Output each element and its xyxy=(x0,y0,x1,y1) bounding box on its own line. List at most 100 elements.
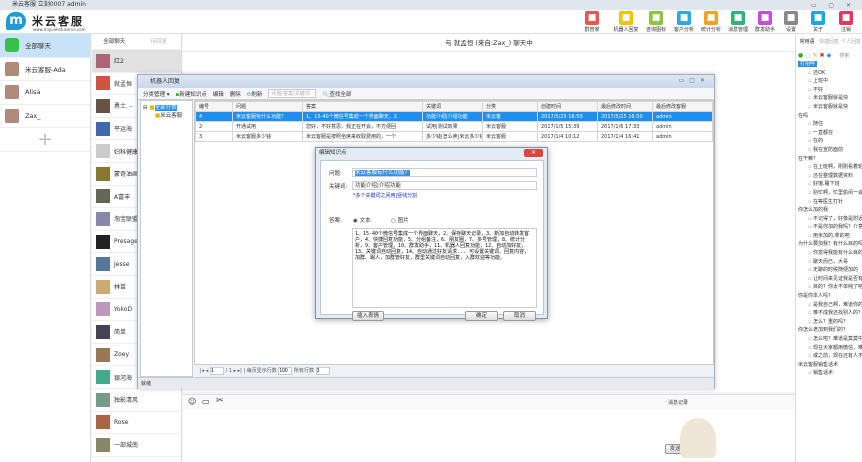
keyword-input[interactable]: 功能介绍|介绍功能 xyxy=(352,181,537,190)
reply-group[interactable]: 为什么要加我？有什么目的吗 xyxy=(798,240,862,249)
reply-group[interactable]: 米云客服销售话术 xyxy=(798,361,862,370)
reply-group[interactable]: 在干嘛？ xyxy=(798,155,862,164)
reply-item[interactable]: 你觉得我能有什么目的呢？ xyxy=(798,249,862,258)
toolbar-clock-button[interactable]: ■ 统计分析 xyxy=(697,11,725,33)
tree-node-miyun[interactable]: ■米云客服 xyxy=(143,111,190,119)
edit-button[interactable]: 编辑 xyxy=(213,90,224,98)
toolbar-chat-button[interactable]: ■ 消息管理 xyxy=(724,11,752,33)
next-page-button[interactable]: ▸ xyxy=(234,368,237,374)
message-history-link[interactable]: 消息记录 xyxy=(668,399,688,406)
prev-page-button[interactable]: ◂ xyxy=(206,368,209,374)
column-header[interactable]: 问题 xyxy=(232,101,303,112)
reply-item[interactable]: 现在大家都用微信，难免你也会加到我们同事 xyxy=(798,344,862,353)
edit-icon[interactable]: ✎ xyxy=(813,52,818,59)
reply-item[interactable]: 在等医生打针 xyxy=(798,198,862,207)
knowledge-search-input[interactable]: 问题/答案/关键词 xyxy=(268,89,317,98)
reply-item[interactable]: 上班中 xyxy=(798,77,862,86)
reply-group[interactable]: 你怎么加的我 xyxy=(798,206,862,215)
folder-icon[interactable]: ▭ xyxy=(202,397,210,406)
reply-item[interactable]: 让时间来见证我是否有目的 xyxy=(798,275,862,284)
quick-reply-tab[interactable]: 个人回复 xyxy=(840,34,862,50)
contact-item[interactable]: 红2 xyxy=(92,50,181,73)
move-icon[interactable]: ◆ xyxy=(827,52,832,59)
toolbar-gear-button[interactable]: ■ 设置 xyxy=(777,11,805,33)
reply-item[interactable]: 米云客服就是快 xyxy=(798,103,862,112)
column-header[interactable]: 分类 xyxy=(482,101,538,112)
toolbar-cursor-button[interactable]: ■ 咨询图标 xyxy=(642,11,670,33)
add-account-button[interactable]: + xyxy=(0,128,90,152)
category-manage-menu[interactable]: 分类管理 ▾ xyxy=(143,90,170,98)
radio-text[interactable]: ◉ 文本 xyxy=(353,216,371,224)
sidebar-item[interactable]: Zax_ xyxy=(0,105,90,128)
column-header[interactable]: 最后修改客服 xyxy=(652,101,713,112)
toolbar-flag-button[interactable]: ■ 群发助手 xyxy=(751,11,779,33)
contact-item[interactable]: 独影清风 xyxy=(92,389,181,412)
toolbar-robot-button[interactable]: ■ 机器人回复 xyxy=(612,11,640,33)
contact-item[interactable]: 一部城南 xyxy=(92,434,181,457)
reply-item[interactable]: 怎么？重的吗？ xyxy=(798,318,862,327)
reply-group[interactable]: 在吗 xyxy=(798,112,862,121)
column-header[interactable]: 创建时间 xyxy=(537,101,598,112)
dialog-close-button[interactable]: ✕ xyxy=(524,149,543,157)
quick-reply-tab[interactable]: 常用语 xyxy=(796,34,818,50)
reply-item[interactable]: 在上班啊，刚刚看着轮询号 xyxy=(798,163,862,172)
ok-button[interactable]: 确定 xyxy=(465,311,498,321)
scissors-icon[interactable]: ✂ xyxy=(216,396,224,406)
refresh-button[interactable]: ⟳刷新 xyxy=(247,90,263,98)
reply-item[interactable]: 还OK xyxy=(798,69,862,78)
delete-icon[interactable]: ✖ xyxy=(820,52,825,59)
reply-group[interactable]: 打招呼 xyxy=(798,60,862,69)
column-header[interactable]: 答案 xyxy=(302,101,423,112)
reply-item[interactable]: 难不成我还找别人的？不会这么无聊 xyxy=(798,309,862,318)
toolbar-user-button[interactable]: ■ 客户分析 xyxy=(670,11,698,33)
reply-item[interactable]: 或之前，现在还有人不用微信？ xyxy=(798,352,862,361)
reply-item[interactable]: 用米加的,拿的吧 xyxy=(798,232,862,241)
tree-node-all[interactable]: ⊟ ■全部分类 xyxy=(143,103,190,111)
radio-image[interactable]: ○ 图片 xyxy=(391,216,409,224)
reply-item[interactable]: 一直都在 xyxy=(798,129,862,138)
answer-textarea[interactable]: 1、15-40个微信号集成一个界面聊天，2、保存聊天记录，3、新加自动转发客户，… xyxy=(352,228,537,308)
toolbar-info-button[interactable]: ■ 关于 xyxy=(804,11,832,33)
reply-item[interactable]: 好饿,睡下班 xyxy=(798,180,862,189)
reply-item[interactable]: 不是你加的我吗？介意成为好友吗？ xyxy=(798,223,862,232)
refresh-icon[interactable]: ◌ xyxy=(805,52,810,59)
reply-group[interactable]: 你是你本人吗？ xyxy=(798,292,862,301)
reply-group[interactable]: 你怎么老加到我们的？ xyxy=(798,326,862,335)
sidebar-item[interactable]: 米云客服-Ada xyxy=(0,58,90,81)
reply-item[interactable]: 在的 xyxy=(798,137,862,146)
quick-reply-search[interactable]: 搜索 xyxy=(839,52,849,59)
reply-item[interactable]: 目的？你太不单纯了吧？ xyxy=(798,283,862,292)
reply-item[interactable]: 还在整理数据资料 xyxy=(798,172,862,181)
last-page-button[interactable]: ▸| xyxy=(238,368,242,374)
sidebar-item[interactable]: 全部聊天 xyxy=(0,34,90,58)
delete-button[interactable]: 删除 xyxy=(230,90,241,98)
cancel-button[interactable]: 取消 xyxy=(503,311,536,321)
reply-item[interactable]: 聊天而已，大哥 xyxy=(798,258,862,267)
column-header[interactable]: 关键词 xyxy=(422,101,483,112)
reply-item[interactable]: 米云客服就是快 xyxy=(798,94,862,103)
toolbar-briefcase-button[interactable]: ■ 群管家 xyxy=(578,11,606,33)
reply-item[interactable]: 不记得了，好像是附近的人吧 xyxy=(798,215,862,224)
column-header[interactable]: 编号 xyxy=(195,101,233,112)
page-size-input[interactable] xyxy=(278,367,293,375)
contact-item[interactable]: Rose xyxy=(92,412,181,435)
table-row[interactable]: 2 开通试用 您好，不好意思，我正在开会，不方便回 试用|测试效果 米云客服 2017/1… xyxy=(195,121,713,132)
table-row[interactable]: 4 米云客服有什么功能？ 1、15-40个微信号集成一个界面聊天，2 功能介绍|介绍功… xyxy=(195,111,713,122)
column-header[interactable]: 最后修改时间 xyxy=(597,101,653,112)
reply-item[interactable]: 不好 xyxy=(798,86,862,95)
find-all-button[interactable]: 🔍︎查找全部 xyxy=(322,90,351,98)
page-number-input[interactable] xyxy=(209,367,224,375)
reply-item[interactable]: 怎么啦？难道是莫莫中注定的缘分？ xyxy=(798,335,862,344)
reply-item[interactable]: 无聊的时候随便加的 xyxy=(798,266,862,275)
insert-emoji-button[interactable]: 插入表情 xyxy=(352,311,384,321)
reply-item[interactable]: 是我自己啊，难道你的不是？ xyxy=(798,301,862,310)
quick-reply-tab[interactable]: 快捷回复 xyxy=(818,34,840,50)
table-row[interactable]: 3 米云客服多少钱 米云客服是按照坐席来收取费用的，一个 多少钱|怎么卖|米云多少钱米… xyxy=(195,131,713,142)
sidebar-item[interactable]: Alisa xyxy=(0,81,90,105)
contact-tab[interactable]: 待回复 xyxy=(137,34,182,49)
question-input[interactable]: 米云客服有什么功能？ xyxy=(352,168,537,177)
toolbar-close-button[interactable]: ■ 注销 xyxy=(832,11,860,33)
emoji-icon[interactable]: ☺ xyxy=(188,397,196,406)
first-page-button[interactable]: |◂ xyxy=(200,368,204,374)
new-knowledge-button[interactable]: ▪新建知识点 xyxy=(176,90,207,98)
